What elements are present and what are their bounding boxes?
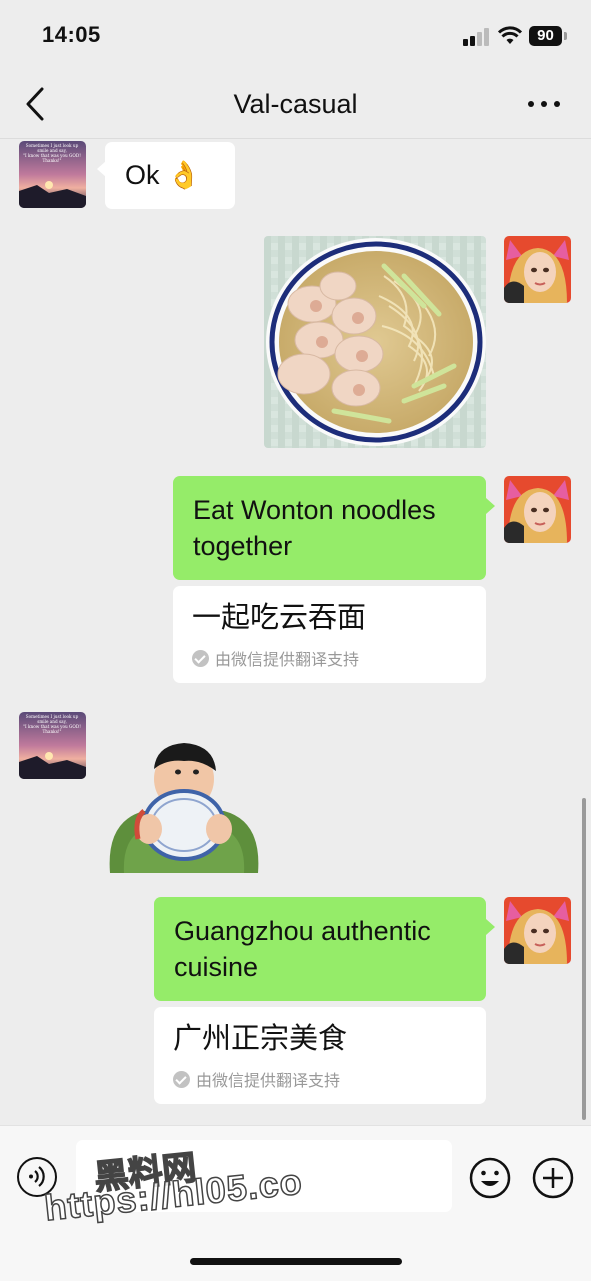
- my-avatar[interactable]: [504, 897, 571, 964]
- battery-tip: [564, 32, 567, 40]
- more-dots-icon[interactable]: [524, 92, 564, 116]
- scrollbar[interactable]: [582, 798, 586, 1120]
- avatar-caption-4: Thanks!": [43, 729, 62, 734]
- my-avatar[interactable]: [504, 236, 571, 303]
- chat-title: Val-casual: [233, 89, 358, 119]
- translation-note-text: 由微信提供翻译支持: [196, 1073, 341, 1090]
- wifi-icon: [497, 26, 523, 46]
- translation-text: 一起吃云吞面: [192, 602, 367, 634]
- nav-bar: Val-casual: [0, 72, 591, 139]
- translation-card[interactable]: 一起吃云吞面 由微信提供翻译支持: [173, 586, 486, 683]
- message-text-line: Eat Wonton noodles: [193, 495, 436, 525]
- emoji-icon[interactable]: [469, 1157, 511, 1199]
- avatar-caption-4: Thanks!": [43, 158, 62, 163]
- translation-text: 广州正宗美食: [173, 1023, 348, 1055]
- chat-message-list[interactable]: Sometimes I just look up smile and say, …: [0, 139, 591, 1125]
- translation-note: 由微信提供翻译支持: [192, 646, 359, 670]
- battery-icon: 90: [529, 26, 562, 46]
- check-icon: [173, 1070, 190, 1088]
- message-image-wonton-soup[interactable]: [264, 236, 486, 448]
- bubble-tail: [486, 498, 495, 514]
- home-indicator[interactable]: [190, 1258, 402, 1265]
- message-text-line: Guangzhou authentic: [174, 916, 431, 946]
- translation-note-text: 由微信提供翻译支持: [215, 652, 360, 669]
- translation-card[interactable]: 广州正宗美食 由微信提供翻译支持: [154, 1007, 486, 1104]
- plus-icon[interactable]: [532, 1157, 574, 1199]
- message-text-line: together: [193, 531, 293, 561]
- status-time: 14:05: [42, 22, 101, 47]
- message-text: Ok 👌: [125, 160, 201, 190]
- bubble-tail: [486, 919, 495, 935]
- message-bubble-received[interactable]: Ok 👌: [105, 142, 235, 209]
- translation-note: 由微信提供翻译支持: [173, 1067, 340, 1091]
- cellular-signal-icon: [463, 28, 491, 46]
- message-text-line: cuisine: [174, 952, 259, 982]
- message-sticker-child-bowl[interactable]: [104, 739, 264, 873]
- my-avatar[interactable]: [504, 476, 571, 543]
- contact-avatar[interactable]: Sometimes I just look up smile and say, …: [19, 141, 86, 208]
- contact-avatar[interactable]: Sometimes I just look up smile and say, …: [19, 712, 86, 779]
- message-bubble-sent[interactable]: Eat Wonton noodles together: [173, 476, 486, 580]
- check-icon: [192, 649, 209, 667]
- status-bar: 14:05 90: [0, 0, 591, 72]
- message-bubble-sent[interactable]: Guangzhou authentic cuisine: [154, 897, 486, 1001]
